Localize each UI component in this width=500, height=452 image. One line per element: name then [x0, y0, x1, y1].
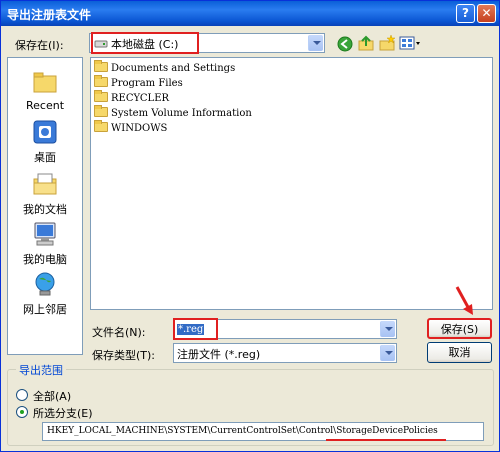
- save-button[interactable]: 保存(S): [427, 318, 492, 339]
- file-name: Documents and Settings: [111, 63, 236, 74]
- place-network[interactable]: 网上邻居: [8, 270, 82, 317]
- folder-icon: [94, 75, 108, 87]
- place-network-label: 网上邻居: [23, 303, 67, 316]
- file-name: WINDOWS: [111, 123, 168, 134]
- file-name: Program Files: [111, 78, 183, 89]
- folder-icon: [94, 90, 108, 102]
- branch-path-value: HKEY_LOCAL_MACHINE\SYSTEM\CurrentControl…: [47, 426, 438, 436]
- file-list[interactable]: Documents and Settings Program Files REC…: [90, 57, 493, 310]
- title-bar[interactable]: 导出注册表文件 ? ✕: [1, 1, 499, 26]
- place-recent[interactable]: Recent: [8, 68, 82, 112]
- radio-selected-branch-label[interactable]: 所选分支(E): [33, 405, 93, 421]
- folder-icon: [94, 120, 108, 132]
- export-range-title: 导出范围: [16, 362, 66, 378]
- my-documents-icon: [31, 170, 59, 198]
- list-item[interactable]: System Volume Information: [94, 105, 252, 122]
- filename-dropdown-arrow[interactable]: [380, 321, 395, 337]
- place-my-documents[interactable]: 我的文档: [8, 170, 82, 217]
- radio-all[interactable]: [16, 389, 28, 401]
- back-arrow-icon[interactable]: [336, 35, 354, 53]
- list-item[interactable]: Program Files: [94, 75, 183, 92]
- list-item[interactable]: RECYCLER: [94, 90, 170, 107]
- save-in-dropdown-arrow[interactable]: [308, 35, 323, 51]
- network-places-icon: [31, 270, 59, 298]
- list-item[interactable]: WINDOWS: [94, 120, 168, 137]
- filename-label: 文件名(N):: [92, 326, 146, 339]
- cancel-button[interactable]: 取消: [427, 342, 492, 363]
- place-desktop[interactable]: 桌面: [8, 118, 82, 165]
- recent-icon: [31, 68, 59, 96]
- places-bar: Recent 桌面 我的文档 我的电脑 网上邻居: [7, 57, 83, 355]
- up-folder-icon[interactable]: [357, 34, 375, 52]
- filetype-dropdown-arrow[interactable]: [380, 345, 395, 361]
- window-title: 导出注册表文件: [7, 8, 92, 22]
- annotation-arrow-icon: [455, 286, 473, 315]
- annotation-highlight-filename: [173, 318, 218, 340]
- place-my-computer-label: 我的电脑: [23, 253, 67, 266]
- my-computer-icon: [31, 220, 59, 248]
- place-my-computer[interactable]: 我的电脑: [8, 220, 82, 267]
- filetype-select[interactable]: 注册文件 (*.reg): [173, 343, 397, 363]
- radio-selected-branch[interactable]: [16, 406, 28, 418]
- list-item[interactable]: Documents and Settings: [94, 60, 236, 77]
- place-desktop-label: 桌面: [34, 151, 56, 164]
- annotation-highlight-location: [91, 32, 199, 54]
- file-name: System Volume Information: [111, 108, 252, 119]
- close-button[interactable]: ✕: [477, 4, 496, 23]
- desktop-icon: [31, 118, 59, 146]
- place-my-documents-label: 我的文档: [23, 203, 67, 216]
- radio-all-label[interactable]: 全部(A): [33, 388, 71, 404]
- annotation-underline-branch: [326, 439, 446, 441]
- filetype-label: 保存类型(T):: [92, 349, 156, 362]
- new-folder-icon[interactable]: [378, 34, 396, 52]
- export-registry-dialog: 导出注册表文件 ? ✕ 保存在(I): 本地磁盘 (C:) Recent 桌面 …: [0, 0, 500, 452]
- file-name: RECYCLER: [111, 93, 170, 104]
- help-button[interactable]: ?: [456, 4, 475, 23]
- folder-icon: [94, 105, 108, 117]
- place-recent-label: Recent: [25, 99, 65, 112]
- folder-icon: [94, 60, 108, 72]
- view-menu-icon[interactable]: [399, 35, 423, 53]
- save-in-label: 保存在(I):: [15, 39, 64, 52]
- filetype-value: 注册文件 (*.reg): [177, 348, 261, 361]
- export-range-group: 导出范围 全部(A) 所选分支(E) HKEY_LOCAL_MACHINE\SY…: [7, 362, 494, 446]
